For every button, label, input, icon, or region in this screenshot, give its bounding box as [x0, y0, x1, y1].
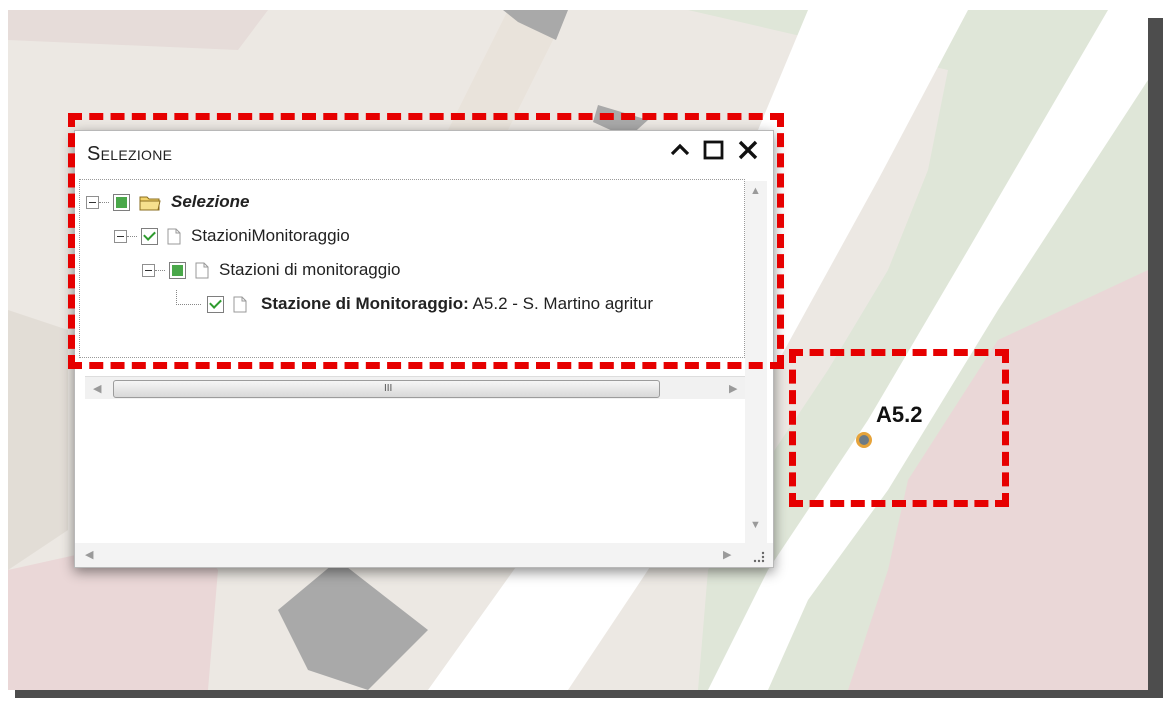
- resize-grip-icon[interactable]: [751, 549, 765, 563]
- highlight-station-box: [789, 349, 1009, 507]
- highlight-tree-box: [68, 113, 784, 369]
- scroll-thumb[interactable]: III: [113, 380, 660, 398]
- tree-horizontal-scrollbar[interactable]: ◀ III ▶: [85, 376, 747, 399]
- scroll-right-icon[interactable]: ▶: [723, 548, 731, 561]
- scroll-right-icon[interactable]: ▶: [729, 382, 737, 395]
- scroll-left-icon[interactable]: ◀: [85, 548, 93, 561]
- panel-horizontal-scrollbar[interactable]: ◀ ▶: [75, 543, 773, 567]
- scroll-grip: III: [384, 383, 393, 394]
- scroll-down-icon[interactable]: ▼: [750, 519, 761, 531]
- scroll-left-icon[interactable]: ◀: [93, 382, 101, 395]
